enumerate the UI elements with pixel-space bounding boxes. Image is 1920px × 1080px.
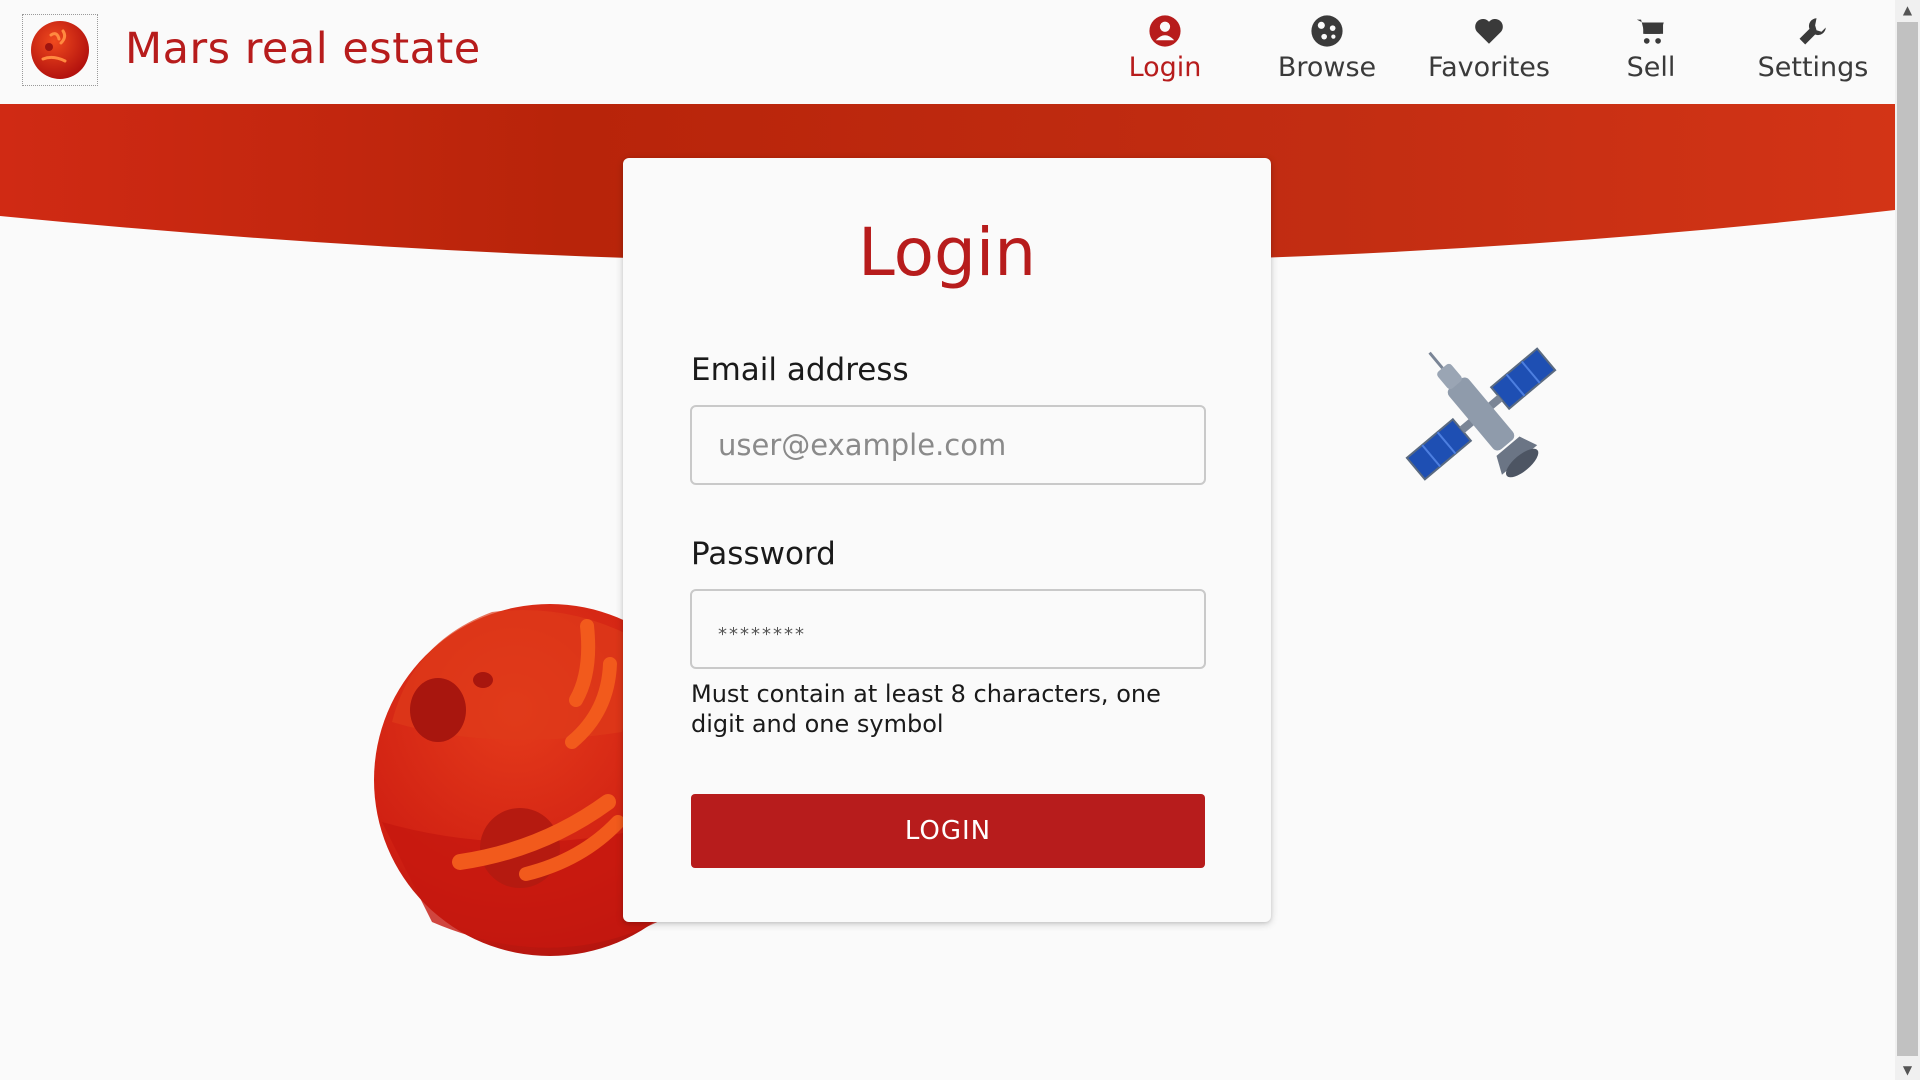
page: Mars real estate Login Browse Favorites … [0, 0, 1920, 1080]
nav-settings[interactable]: Settings [1738, 14, 1888, 83]
wrench-icon [1799, 18, 1826, 45]
nav-favorites-label: Favorites [1428, 52, 1550, 83]
satellite-illustration [1405, 347, 1557, 481]
email-field[interactable] [690, 405, 1206, 485]
nav-login[interactable]: Login [1090, 14, 1240, 83]
nav-sell[interactable]: Sell [1576, 14, 1726, 83]
nav-favorites[interactable]: Favorites [1414, 14, 1564, 83]
login-button[interactable]: LOGIN [691, 794, 1205, 868]
scroll-up-icon[interactable]: ▲ [1895, 0, 1920, 20]
scroll-down-icon[interactable]: ▼ [1895, 1060, 1920, 1080]
login-title: Login [857, 214, 1037, 291]
login-card: Login Email address Password ******** Mu… [623, 158, 1271, 922]
account-circle-icon [1149, 15, 1181, 47]
nav-browse[interactable]: Browse [1252, 14, 1402, 83]
password-hint: Must contain at least 8 characters, one … [691, 680, 1161, 738]
nav-settings-label: Settings [1757, 52, 1869, 83]
mars-logo-icon [31, 21, 89, 79]
password-field[interactable] [690, 589, 1206, 669]
password-label: Password [691, 536, 836, 572]
email-label: Email address [691, 352, 909, 388]
top-app-bar: Mars real estate Login Browse Favorites … [0, 0, 1895, 104]
logo[interactable] [22, 14, 98, 86]
scrollbar-thumb[interactable] [1897, 22, 1918, 1056]
nav-login-label: Login [1128, 52, 1202, 83]
planet-icon [1311, 15, 1343, 47]
nav-sell-label: Sell [1626, 52, 1676, 83]
heart-icon [1475, 18, 1503, 44]
vertical-scrollbar[interactable]: ▲ ▼ [1895, 0, 1920, 1080]
brand-title: Mars real estate [125, 24, 481, 74]
cart-icon [1636, 19, 1664, 44]
nav-browse-label: Browse [1277, 52, 1377, 83]
